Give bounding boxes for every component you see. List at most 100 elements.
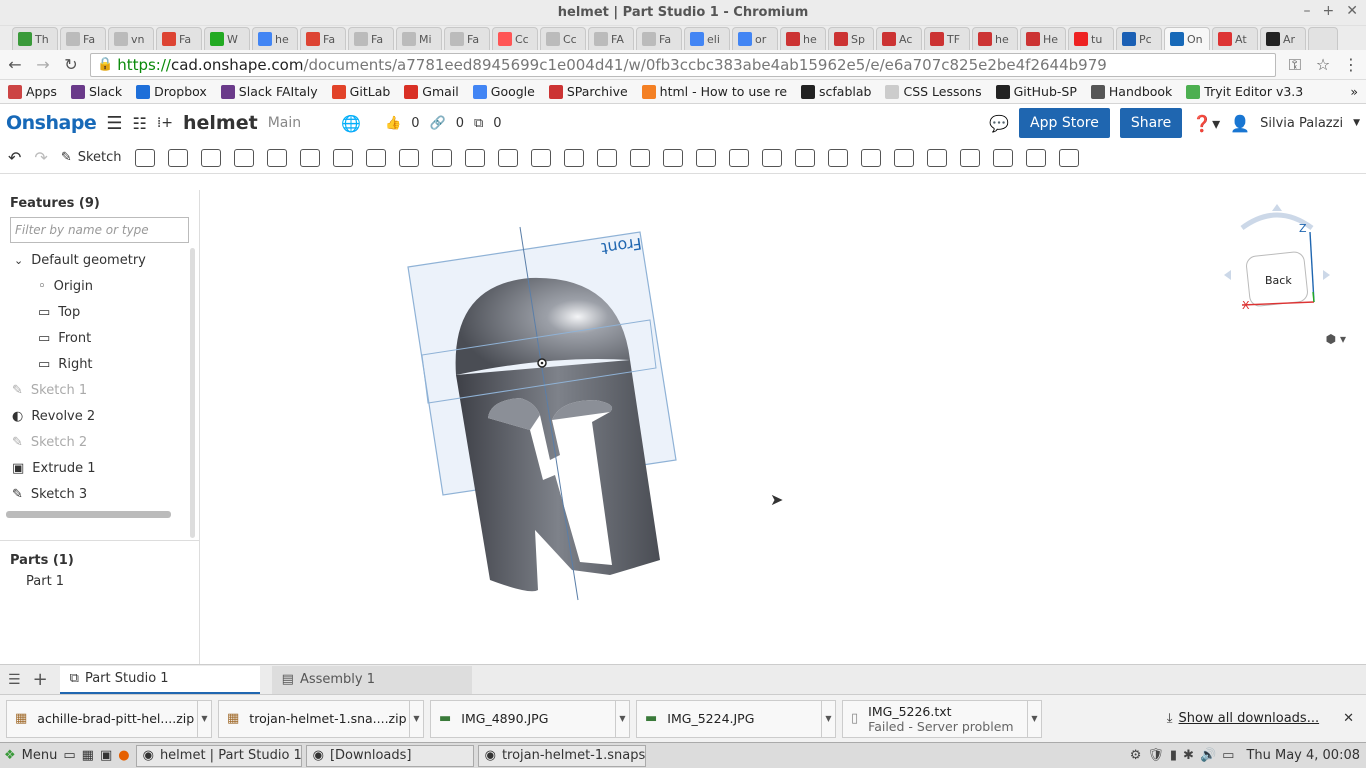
comments-icon[interactable]: 💬 <box>989 114 1009 133</box>
modify-fillet-tool-icon[interactable] <box>695 148 716 167</box>
close-window-icon[interactable]: ✕ <box>1346 3 1358 19</box>
back-icon[interactable]: ← <box>6 55 24 74</box>
link-icon[interactable]: 🔗 <box>430 116 446 131</box>
feature-item[interactable]: ◐ Revolve 2 <box>0 403 199 429</box>
pattern-tool-icon[interactable] <box>497 148 518 167</box>
view-cube[interactable]: Z X Back <box>1222 202 1332 350</box>
taskbar-window[interactable]: ◉ helmet | Part Studio 1... <box>135 744 302 767</box>
onshape-logo[interactable]: Onshape <box>6 112 97 134</box>
browser-tab[interactable]: Th <box>12 27 58 50</box>
chamfer-tool-icon[interactable] <box>332 148 353 167</box>
browser-tab[interactable]: At <box>1212 27 1258 50</box>
show-all-downloads-link[interactable]: Show all downloads... <box>1179 711 1320 726</box>
hole-tool-icon[interactable] <box>464 148 485 167</box>
browser-tab[interactable]: Cc <box>492 27 538 50</box>
bookmark-item[interactable]: scfablab <box>801 84 871 99</box>
tab-manager-icon[interactable]: ☰ <box>8 672 21 688</box>
chevron-down-icon[interactable]: ▼ <box>821 700 835 737</box>
feature-item[interactable]: ▭ Front <box>0 325 199 351</box>
fill-tool-icon[interactable] <box>860 148 881 167</box>
variable-tool-icon[interactable] <box>992 148 1013 167</box>
feature-item[interactable]: ◦ Origin <box>0 273 199 299</box>
minimize-icon[interactable]: – <box>1304 3 1311 19</box>
download-item[interactable]: ▬ IMG_4890.JPG ▼ <box>430 699 630 738</box>
helix-tool-icon[interactable] <box>926 148 947 167</box>
bookmark-item[interactable]: Handbook <box>1090 84 1172 99</box>
view-mode-icon[interactable]: ⬢ ▾ <box>1326 332 1346 346</box>
features-header[interactable]: Features (9) <box>0 190 199 211</box>
feature-item[interactable]: ▭ Top <box>0 299 199 325</box>
chevron-down-icon[interactable]: ▼ <box>1353 118 1360 128</box>
rib-tool-icon[interactable] <box>398 148 419 167</box>
tab-part-studio[interactable]: ⧉ Part Studio 1 <box>59 665 260 694</box>
undo-icon[interactable]: ↶ <box>8 148 21 167</box>
bookmarks-overflow-icon[interactable]: » <box>1350 84 1358 99</box>
public-globe-icon[interactable]: 🌐 <box>341 114 361 133</box>
star-icon[interactable]: ☆ <box>1314 55 1332 74</box>
bookmark-item[interactable]: CSS Lessons <box>885 84 982 99</box>
feature-item[interactable]: ✎ Sketch 1 <box>0 377 199 403</box>
hamburger-icon[interactable]: ☰ <box>106 113 122 134</box>
browser-tab[interactable]: W <box>204 27 250 50</box>
redo-icon[interactable]: ↷ <box>34 148 47 167</box>
new-tab-button[interactable] <box>1308 27 1338 50</box>
firefox-icon[interactable]: ● <box>118 748 129 763</box>
replace-face-tool-icon[interactable] <box>794 148 815 167</box>
taskbar-window[interactable]: ◉ trojan-helmet-1.snaps... <box>477 744 646 767</box>
versions-icon[interactable]: ☷ <box>132 114 146 133</box>
like-icon[interactable]: 👍 <box>385 116 401 131</box>
helmet-model[interactable]: Front <box>200 190 1366 664</box>
vertical-scrollbar[interactable] <box>190 248 195 538</box>
browser-tab[interactable]: Ar <box>1260 27 1306 50</box>
app-store-button[interactable]: App Store <box>1019 108 1110 138</box>
start-menu-button[interactable]: Menu <box>22 748 58 763</box>
plane-tool-icon[interactable] <box>893 148 914 167</box>
bookmark-item[interactable]: Gmail <box>404 84 459 99</box>
fillet-tool-icon[interactable] <box>299 148 320 167</box>
default-geometry-group[interactable]: ⌄ Default geometry <box>0 247 199 273</box>
browser-tab[interactable]: Mi <box>396 27 442 50</box>
bookmark-item[interactable]: Slack FAItaly <box>220 84 318 99</box>
chevron-down-icon[interactable]: ▼ <box>615 700 629 737</box>
draft-tool-icon[interactable] <box>365 148 386 167</box>
browser-tab[interactable]: Pc <box>1116 27 1162 50</box>
key-icon[interactable]: ⚿ <box>1286 55 1304 75</box>
download-item[interactable]: ▦ trojan-helmet-1.sna....zip ▼ <box>218 699 424 738</box>
copy-icon[interactable]: ⧉ <box>474 116 483 131</box>
chevron-down-icon[interactable]: ⌄ <box>14 254 23 267</box>
menu-icon[interactable]: ⋮ <box>1342 55 1360 74</box>
3d-viewport[interactable]: Front ➤ Z X Back ⬢ ▾ <box>200 190 1366 664</box>
derived-tool-icon[interactable] <box>1025 148 1046 167</box>
horizontal-scrollbar[interactable] <box>6 511 171 518</box>
chevron-down-icon[interactable]: ▼ <box>409 700 423 737</box>
browser-tab[interactable]: On✕ <box>1164 27 1210 50</box>
bookmark-item[interactable]: GitLab <box>331 84 390 99</box>
feature-item[interactable]: ✎ Sketch 2 <box>0 429 199 455</box>
bookmark-item[interactable]: Slack <box>70 84 122 99</box>
delete-part-tool-icon[interactable] <box>662 148 683 167</box>
sweep-tool-icon[interactable] <box>200 148 221 167</box>
browser-tab[interactable]: eli <box>684 27 730 50</box>
browser-tab[interactable]: Ac <box>876 27 922 50</box>
browser-tab[interactable]: FA <box>588 27 634 50</box>
menu-logo-icon[interactable]: ❖ <box>4 748 16 763</box>
offset-surface-tool-icon[interactable] <box>827 148 848 167</box>
transform-tool-icon[interactable] <box>629 148 650 167</box>
sketch-button[interactable]: ✎ Sketch <box>61 150 122 165</box>
document-name[interactable]: helmet <box>183 112 258 134</box>
bookmark-item[interactable]: Google <box>472 84 535 99</box>
terminal-icon[interactable]: ▣ <box>100 748 112 763</box>
browser-tab[interactable]: he <box>972 27 1018 50</box>
reload-icon[interactable]: ↻ <box>62 55 80 74</box>
bookmark-item[interactable]: GitHub-SP <box>995 84 1077 99</box>
user-avatar-icon[interactable]: 👤 <box>1230 114 1250 133</box>
browser-tab[interactable]: or <box>732 27 778 50</box>
browser-tab[interactable]: Fa <box>156 27 202 50</box>
browser-tab[interactable]: tu <box>1068 27 1114 50</box>
share-button[interactable]: Share <box>1119 108 1183 138</box>
feature-item[interactable]: ▭ Right <box>0 351 199 377</box>
bookmark-item[interactable]: SParchive <box>548 84 628 99</box>
show-desktop-icon[interactable]: ▭ <box>63 748 75 763</box>
tab-assembly[interactable]: ▤ Assembly 1 <box>271 665 472 694</box>
bookmark-item[interactable]: Tryit Editor v3.3 <box>1186 84 1303 99</box>
